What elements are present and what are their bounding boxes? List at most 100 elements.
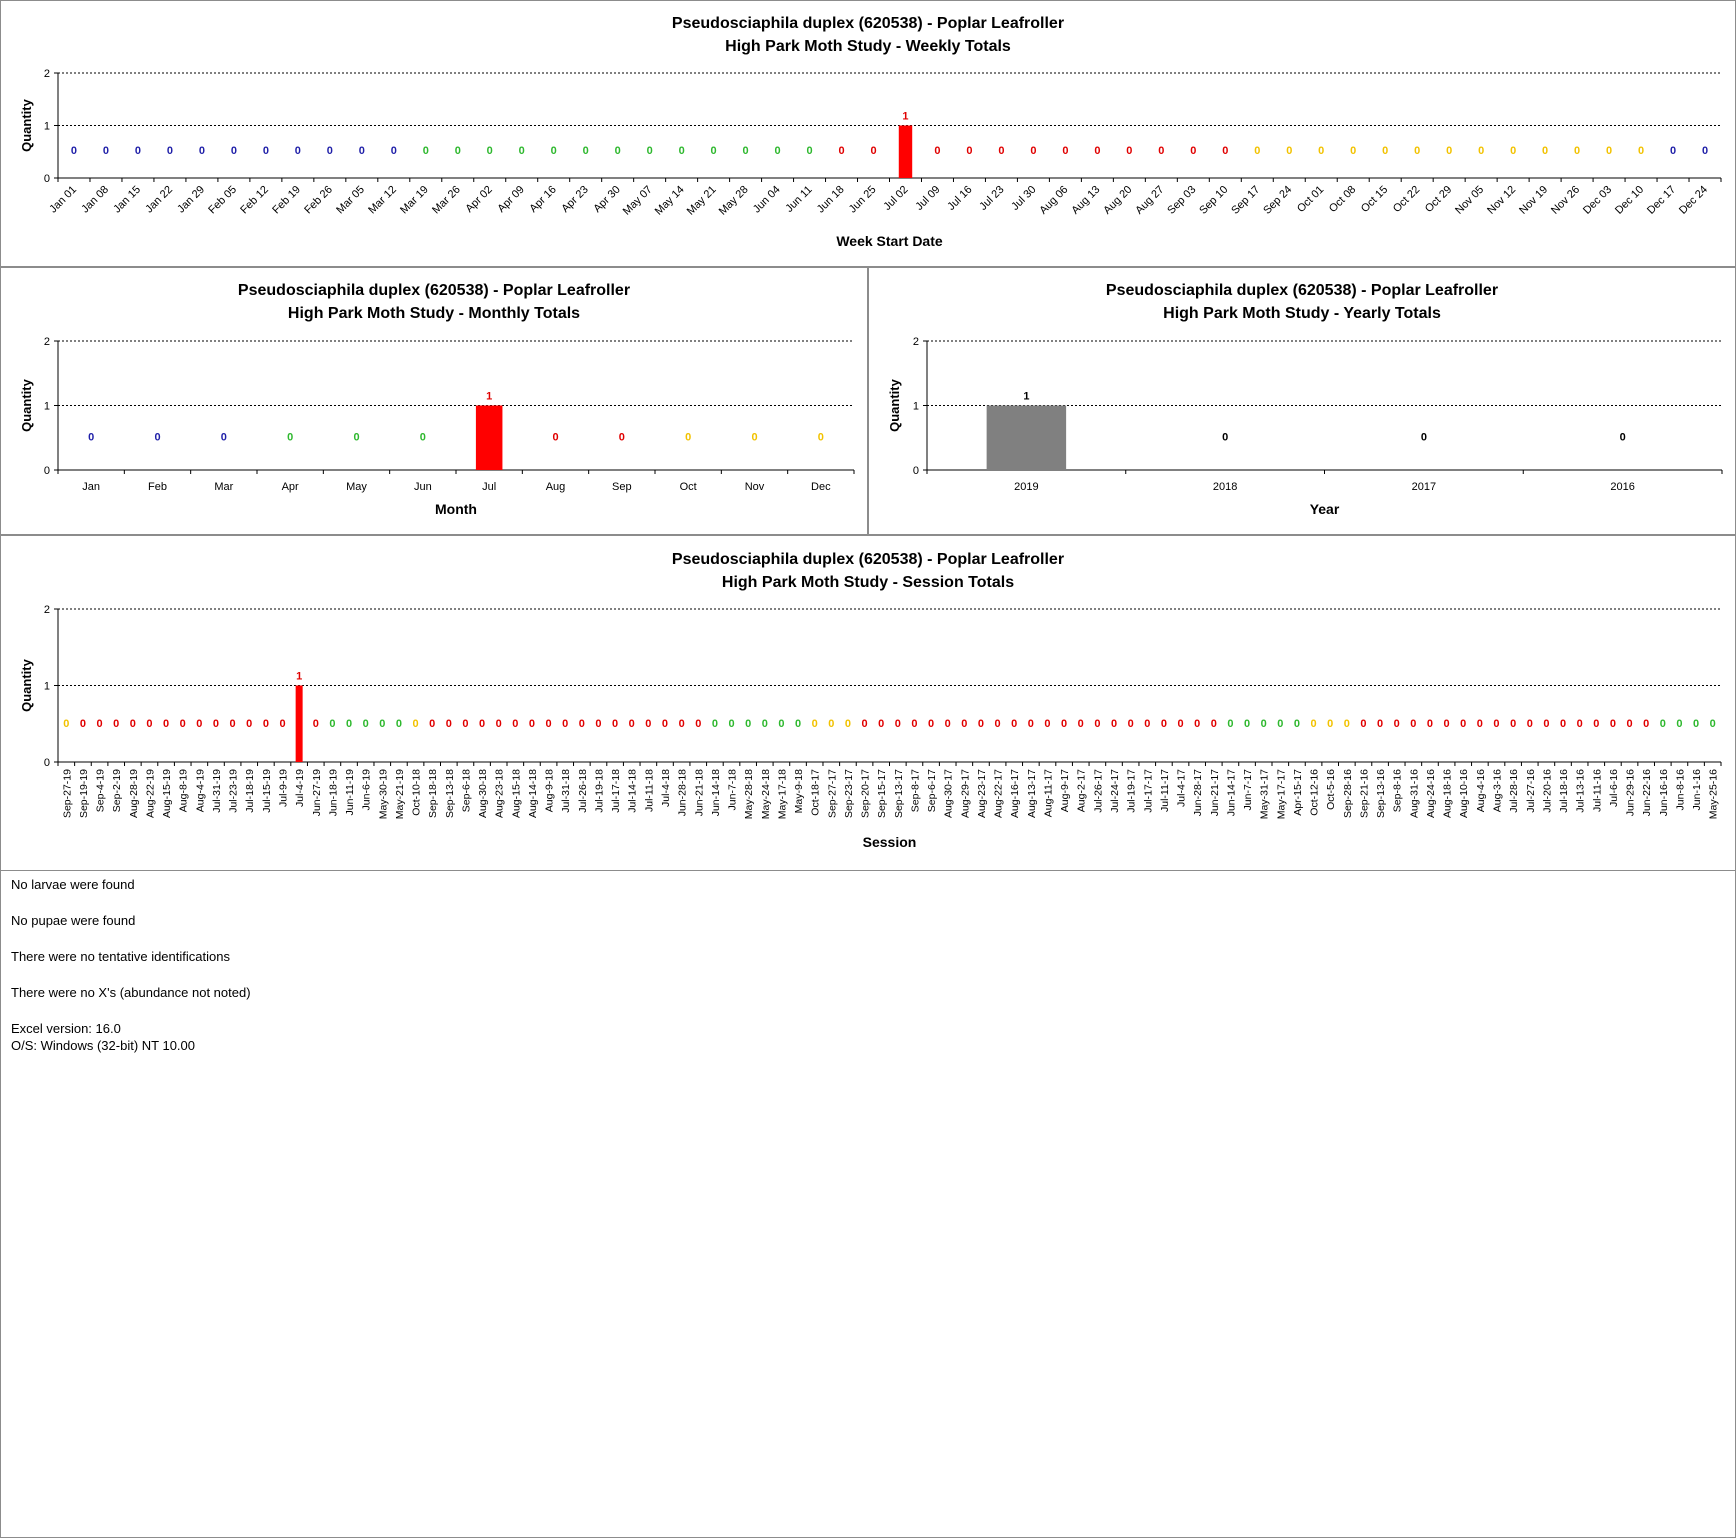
x-tick-label: Nov 12 — [1485, 184, 1518, 217]
x-tick-label: Sep 17 — [1229, 184, 1262, 217]
x-tick-label: Aug-16-17 — [1009, 769, 1021, 818]
x-tick-label: Dec 03 — [1581, 184, 1614, 217]
x-tick-label: Jun 11 — [783, 184, 814, 215]
data-label: 0 — [1244, 718, 1250, 730]
data-label: 0 — [546, 718, 552, 730]
data-label: 0 — [1350, 145, 1356, 157]
x-tick-label: Aug-30-18 — [477, 769, 489, 818]
x-tick-label: May 07 — [621, 184, 655, 218]
data-label: 0 — [1574, 145, 1580, 157]
y-axis-title: Quantity — [19, 658, 34, 711]
x-axis-title: Session — [863, 834, 917, 850]
data-label: 0 — [1190, 145, 1196, 157]
x-tick-label: Feb — [148, 481, 167, 493]
x-tick-label: Jul 23 — [977, 184, 1006, 213]
data-label: 0 — [711, 145, 717, 157]
data-label: 0 — [1478, 145, 1484, 157]
x-tick-label: 2019 — [1014, 481, 1038, 493]
x-tick-label: Dec 24 — [1677, 184, 1710, 217]
data-label: 1 — [1023, 391, 1029, 403]
chart-title: Pseudosciaphila duplex (620538) - Poplar… — [238, 282, 630, 299]
data-label: 0 — [1446, 145, 1452, 157]
x-tick-label: Sep-8-17 — [909, 769, 921, 812]
x-tick-label: Sep 03 — [1165, 184, 1198, 217]
x-tick-label: Jun 04 — [751, 184, 783, 216]
data-label: 0 — [1061, 718, 1067, 730]
y-axis-title: Quantity — [19, 378, 34, 431]
x-tick-label: Jul 16 — [945, 184, 974, 213]
data-label: 0 — [778, 718, 784, 730]
data-label: 0 — [1676, 718, 1682, 730]
chart-title: Pseudosciaphila duplex (620538) - Poplar… — [1106, 282, 1498, 299]
data-label: 0 — [1126, 145, 1132, 157]
x-tick-label: Jul-26-18 — [577, 769, 589, 813]
x-tick-label: May-24-18 — [760, 769, 772, 819]
x-tick-label: Nov — [745, 481, 765, 493]
data-label: 0 — [695, 718, 701, 730]
x-tick-label: Jun-21-17 — [1209, 769, 1221, 816]
data-label: 0 — [845, 718, 851, 730]
data-label: 0 — [751, 431, 757, 443]
x-tick-label: Jul-13-16 — [1575, 769, 1587, 813]
bar — [986, 405, 1067, 470]
data-label: 0 — [529, 718, 535, 730]
yearly-totals-chart-panel: Pseudosciaphila duplex (620538) - Poplar… — [868, 267, 1736, 535]
data-label: 1 — [902, 111, 908, 123]
x-tick-label: Sep-13-16 — [1375, 769, 1387, 818]
data-label: 0 — [1444, 718, 1450, 730]
x-tick-label: Jan 15 — [111, 184, 143, 216]
data-label: 0 — [230, 718, 236, 730]
x-tick-label: May-21-19 — [394, 769, 406, 819]
data-label: 0 — [662, 718, 668, 730]
x-tick-label: Sep-6-18 — [460, 769, 472, 812]
data-label: 0 — [775, 145, 781, 157]
x-tick-label: Jul 09 — [913, 184, 942, 213]
x-tick-label: Jan 08 — [79, 184, 111, 216]
x-tick-label: Oct 22 — [1391, 184, 1422, 215]
x-tick-label: Sep-2-19 — [111, 769, 123, 812]
x-tick-label: Oct-12-16 — [1309, 769, 1321, 816]
x-tick-label: Aug-14-18 — [527, 769, 539, 818]
data-label: 0 — [1261, 718, 1267, 730]
data-label: 0 — [1094, 145, 1100, 157]
x-tick-label: Jun-28-18 — [677, 769, 689, 816]
x-tick-label: Jul-28-16 — [1508, 769, 1520, 813]
x-tick-label: Aug-23-17 — [976, 769, 988, 818]
data-label: 0 — [1222, 431, 1228, 443]
data-label: 0 — [1028, 718, 1034, 730]
data-label: 0 — [745, 718, 751, 730]
x-tick-label: Jul-18-16 — [1558, 769, 1570, 813]
chart-title: Pseudosciaphila duplex (620538) - Poplar… — [672, 15, 1064, 32]
y-tick-label: 1 — [913, 401, 919, 413]
data-label: 0 — [1421, 431, 1427, 443]
data-label: 0 — [88, 431, 94, 443]
data-label: 0 — [1286, 145, 1292, 157]
data-label: 0 — [420, 431, 426, 443]
x-tick-label: Sep — [612, 481, 632, 493]
x-tick-label: Aug-4-19 — [194, 769, 206, 812]
x-tick-label: Aug-13-17 — [1026, 769, 1038, 818]
data-label: 0 — [961, 718, 967, 730]
y-tick-label: 2 — [913, 336, 919, 348]
x-tick-label: Feb 05 — [206, 184, 239, 217]
data-label: 0 — [1460, 718, 1466, 730]
data-label: 0 — [595, 718, 601, 730]
x-tick-label: Sep-28-16 — [1342, 769, 1354, 818]
data-label: 0 — [806, 145, 812, 157]
data-label: 0 — [619, 431, 625, 443]
data-label: 0 — [562, 718, 568, 730]
x-tick-label: Aug-15-19 — [161, 769, 173, 818]
x-tick-label: Jul-31-19 — [211, 769, 223, 813]
x-tick-label: Oct 15 — [1359, 184, 1390, 215]
x-tick-label: Apr-15-17 — [1292, 769, 1304, 816]
data-label: 0 — [934, 145, 940, 157]
x-tick-label: May-28-18 — [743, 769, 755, 819]
y-tick-label: 1 — [44, 121, 50, 133]
chart-subtitle: High Park Moth Study - Session Totals — [722, 574, 1014, 591]
data-label: 0 — [998, 145, 1004, 157]
data-label: 0 — [1044, 718, 1050, 730]
data-label: 0 — [519, 145, 525, 157]
x-tick-label: Jul-19-18 — [593, 769, 605, 813]
x-tick-label: May-17-18 — [776, 769, 788, 819]
data-label: 0 — [327, 145, 333, 157]
